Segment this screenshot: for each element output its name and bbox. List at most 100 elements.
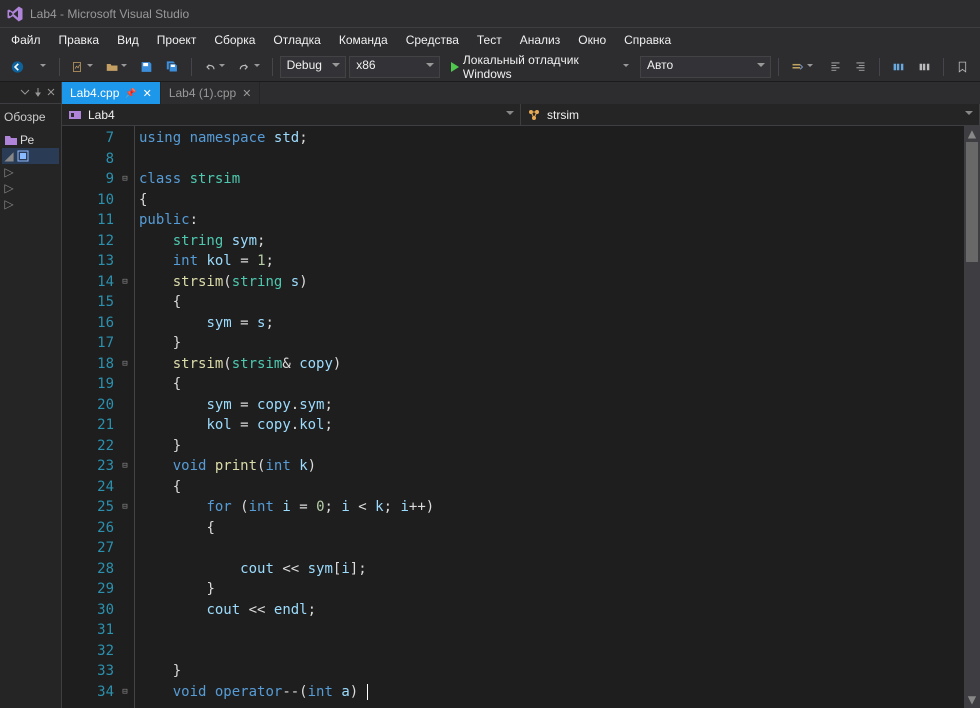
scrollbar-track[interactable] [964, 142, 980, 692]
code-line[interactable] [139, 149, 964, 170]
menu-item-6[interactable]: Команда [330, 30, 397, 50]
close-icon[interactable]: ✕ [242, 87, 251, 100]
platform-dropdown[interactable]: x86 [349, 56, 440, 78]
pin-icon[interactable]: 📌 [125, 88, 136, 99]
code-line[interactable]: string sym; [139, 231, 964, 252]
dropdown-icon[interactable] [20, 87, 32, 99]
code-line[interactable]: } [139, 661, 964, 682]
tab-label: Lab4 (1).cpp [169, 86, 236, 100]
panel-controls [0, 82, 61, 104]
tree-row-solution[interactable]: Ре [2, 132, 59, 148]
file-tab-1[interactable]: Lab4 (1).cpp ✕ [161, 82, 261, 104]
bookmark-button[interactable] [951, 56, 974, 78]
code-editor[interactable]: 7891011121314151617181920212223242526272… [62, 126, 980, 708]
menu-item-11[interactable]: Справка [615, 30, 680, 50]
code-line[interactable]: { [139, 292, 964, 313]
code-line[interactable]: for (int i = 0; i < k; i++) [139, 497, 964, 518]
scrollbar-thumb[interactable] [966, 142, 978, 262]
line-number: 24 [62, 477, 114, 498]
undo-button[interactable] [199, 56, 230, 78]
fold-toggle [116, 395, 134, 416]
code-line[interactable]: strsim(strsim& copy) [139, 354, 964, 375]
menu-item-2[interactable]: Вид [108, 30, 148, 50]
indent-more-button[interactable] [849, 56, 872, 78]
tree-row[interactable]: ▷ [2, 164, 59, 180]
fold-toggle[interactable]: ⊟ [116, 354, 134, 375]
code-line[interactable]: sym = copy.sym; [139, 395, 964, 416]
code-line[interactable]: { [139, 190, 964, 211]
code-line[interactable]: using namespace std; [139, 128, 964, 149]
code-line[interactable]: strsim(string s) [139, 272, 964, 293]
line-number: 16 [62, 313, 114, 334]
line-number: 23 [62, 456, 114, 477]
code-line[interactable]: kol = copy.kol; [139, 415, 964, 436]
menu-item-3[interactable]: Проект [148, 30, 206, 50]
nav-scope-dropdown[interactable]: Lab4 [62, 104, 521, 125]
solution-tree[interactable]: Ре ◢ ▷ ▷ ▷ [0, 130, 61, 708]
menu-item-8[interactable]: Тест [468, 30, 511, 50]
code-line[interactable]: cout << endl; [139, 600, 964, 621]
code-content[interactable]: using namespace std;class strsim{public:… [135, 126, 964, 708]
line-number: 32 [62, 641, 114, 662]
main-row: Обозре Ре ◢ ▷ ▷ ▷ Lab4.cpp📌✕Lab4 (1).cpp… [0, 82, 980, 708]
code-line[interactable]: public: [139, 210, 964, 231]
fold-toggle[interactable]: ⊟ [116, 682, 134, 703]
thread-dropdown[interactable]: Авто [640, 56, 771, 78]
menu-item-10[interactable]: Окно [569, 30, 615, 50]
title-bar: Lab4 - Microsoft Visual Studio [0, 0, 980, 28]
config-dropdown[interactable]: Debug [280, 56, 347, 78]
nav-back-button[interactable] [6, 56, 29, 78]
fold-toggle[interactable]: ⊟ [116, 456, 134, 477]
nav-member-dropdown[interactable]: strsim [521, 104, 980, 125]
class-icon [527, 108, 541, 122]
code-line[interactable] [139, 620, 964, 641]
tree-row[interactable]: ▷ [2, 180, 59, 196]
tab-label: Lab4.cpp [70, 86, 119, 100]
code-line[interactable]: { [139, 518, 964, 539]
menu-item-5[interactable]: Отладка [264, 30, 329, 50]
new-file-button[interactable] [67, 56, 98, 78]
scroll-down-arrow[interactable]: ▼ [964, 692, 980, 708]
menu-item-7[interactable]: Средства [397, 30, 468, 50]
code-line[interactable]: cout << sym[i]; [139, 559, 964, 580]
redo-button[interactable] [233, 56, 264, 78]
file-tab-0[interactable]: Lab4.cpp 📌 ✕ [62, 82, 161, 104]
vs-logo-icon [6, 5, 24, 23]
save-button[interactable] [135, 56, 158, 78]
menu-item-9[interactable]: Анализ [511, 30, 570, 50]
open-file-button[interactable] [101, 56, 132, 78]
close-icon[interactable] [46, 87, 58, 99]
step-button[interactable] [786, 56, 817, 78]
menu-item-1[interactable]: Правка [50, 30, 109, 50]
code-line[interactable]: } [139, 333, 964, 354]
vertical-scrollbar[interactable]: ▲ ▼ [964, 126, 980, 708]
nav-forward-button[interactable] [32, 56, 52, 78]
fold-toggle[interactable]: ⊟ [116, 272, 134, 293]
tree-row-project[interactable]: ◢ [2, 148, 59, 164]
chevron-icon: ◢ [4, 149, 14, 163]
uncomment-button[interactable] [913, 56, 936, 78]
fold-toggle[interactable]: ⊟ [116, 169, 134, 190]
close-icon[interactable]: ✕ [143, 87, 152, 100]
code-line[interactable]: class strsim [139, 169, 964, 190]
code-line[interactable]: sym = s; [139, 313, 964, 334]
scroll-up-arrow[interactable]: ▲ [964, 126, 980, 142]
tree-row[interactable]: ▷ [2, 196, 59, 212]
code-line[interactable] [139, 538, 964, 559]
code-line[interactable]: int kol = 1; [139, 251, 964, 272]
code-line[interactable]: void print(int k) [139, 456, 964, 477]
save-all-button[interactable] [161, 56, 184, 78]
code-line[interactable]: } [139, 579, 964, 600]
code-line[interactable] [139, 641, 964, 662]
menu-item-4[interactable]: Сборка [205, 30, 264, 50]
menu-item-0[interactable]: Файл [2, 30, 50, 50]
code-line[interactable]: } [139, 436, 964, 457]
code-line[interactable]: { [139, 374, 964, 395]
code-line[interactable]: { [139, 477, 964, 498]
pin-icon[interactable] [33, 87, 45, 99]
code-line[interactable]: void operator--(int a) [139, 682, 964, 703]
fold-toggle[interactable]: ⊟ [116, 497, 134, 518]
indent-less-button[interactable] [824, 56, 847, 78]
comment-button[interactable] [887, 56, 910, 78]
start-debug-button[interactable]: Локальный отладчик Windows [443, 56, 637, 78]
